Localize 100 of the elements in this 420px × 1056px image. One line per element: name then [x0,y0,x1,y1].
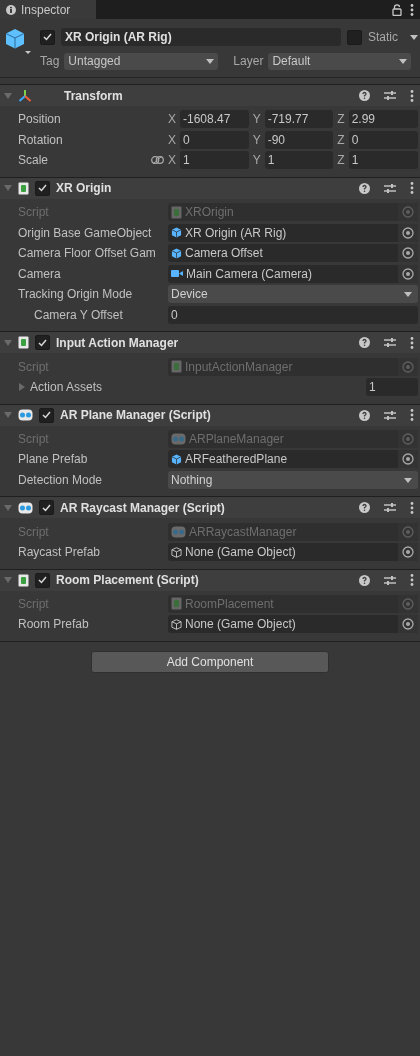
target-icon[interactable] [402,546,414,559]
object-field[interactable]: None (Game Object) [168,615,418,634]
axis-label: X [168,132,176,147]
script-icon [18,336,29,350]
active-checkbox[interactable] [40,29,55,45]
help-icon[interactable] [359,409,370,421]
caret-icon [399,58,408,64]
foldout-label[interactable]: Action Assets [30,380,103,395]
help-icon[interactable] [359,337,370,349]
enabled-checkbox[interactable] [39,500,54,516]
cube-icon[interactable] [4,27,32,57]
property-label: Position [18,112,61,127]
tag-label: Tag [40,54,60,68]
more-icon[interactable] [410,501,414,514]
target-icon[interactable] [402,267,414,280]
help-icon[interactable] [359,502,370,514]
component-title: XR Origin [56,181,113,196]
property-label: Scale [18,153,49,168]
target-icon [402,206,414,219]
help-icon[interactable] [359,90,370,101]
object-field[interactable]: Camera Offset [168,244,418,263]
dropdown[interactable]: Device [168,285,418,304]
target-icon[interactable] [402,247,414,260]
cube-outline-icon [171,618,182,630]
object-field[interactable]: None (Game Object) [168,543,418,562]
goggles-icon [18,501,33,514]
dropdown[interactable]: Nothing [168,471,418,489]
script-icon [18,181,29,195]
sliders-icon[interactable] [384,409,396,421]
number-field[interactable]: 1 [264,151,334,170]
more-icon[interactable] [410,182,414,195]
number-field[interactable]: 1 [348,151,418,170]
property-label: Detection Mode [18,473,104,487]
component-header[interactable]: Input Action Manager [0,331,420,354]
number-field[interactable]: -719.77 [264,110,334,129]
sliders-icon[interactable] [384,182,396,194]
enabled-checkbox[interactable] [35,335,50,351]
cube-icon [171,247,182,259]
number-field[interactable]: 0 [180,130,249,149]
number-field[interactable]: 1 [180,151,249,170]
number-field[interactable]: 0 [168,306,418,325]
more-icon[interactable] [410,336,414,349]
component-header[interactable]: AR Raycast Manager (Script) [0,496,420,519]
target-icon[interactable] [402,618,414,631]
component-header[interactable]: XR Origin [0,176,420,199]
sliders-icon[interactable] [384,90,396,101]
number-field[interactable]: 2.99 [348,110,418,129]
target-icon [402,432,414,445]
component-header[interactable]: Transform [0,84,420,106]
more-icon[interactable] [410,574,414,586]
check-icon [38,576,47,584]
component-title: Transform [64,88,124,103]
number-field[interactable]: -1608.47 [180,110,249,129]
count-field[interactable]: 1 [366,378,418,397]
axis-label: Y [252,112,261,127]
target-icon[interactable] [402,453,414,466]
property-label: Tracking Origin Mode [18,287,134,302]
property-label: Camera Floor Offset Gam [18,246,157,261]
object-field[interactable]: ARFeatheredPlane [168,450,418,469]
static-checkbox[interactable] [347,29,362,45]
link-icon[interactable] [151,156,164,165]
help-icon[interactable] [359,574,370,586]
check-icon [38,184,47,193]
more-icon[interactable] [410,409,414,422]
enabled-checkbox[interactable] [35,180,50,196]
component-header[interactable]: AR Plane Manager (Script) [0,403,420,426]
sliders-icon[interactable] [384,574,396,586]
more-icon[interactable] [410,3,414,16]
target-icon [402,597,414,610]
axes-icon [18,88,32,103]
name-field[interactable]: XR Origin (AR Rig) [61,28,341,46]
component-header[interactable]: Room Placement (Script) [0,568,420,591]
sliders-icon[interactable] [384,337,396,349]
number-field[interactable]: -90 [264,130,334,149]
property-label: Room Prefab [18,617,90,632]
add-component-button[interactable]: Add Component [91,650,329,673]
enabled-checkbox[interactable] [39,407,54,423]
target-icon[interactable] [402,226,414,239]
object-field[interactable]: Main Camera (Camera) [168,264,418,283]
layer-dropdown[interactable]: Default [268,52,412,70]
caret-icon [404,291,412,297]
object-field: XROrigin [168,203,418,222]
help-icon[interactable] [359,182,370,194]
object-field[interactable]: XR Origin (AR Rig) [168,223,418,242]
tag-dropdown[interactable]: Untagged [64,52,219,70]
inspector-tab[interactable]: Inspector [0,0,96,19]
static-label: Static [368,30,399,44]
component-title: AR Raycast Manager (Script) [60,500,226,515]
check-icon [43,33,52,41]
script-icon [171,597,182,611]
lock-icon[interactable] [392,3,402,16]
camera-icon [171,269,183,279]
goggles-icon [18,409,33,422]
sliders-icon[interactable] [384,502,396,514]
object-field: InputActionManager [168,357,418,376]
check-icon [42,411,51,420]
more-icon[interactable] [410,89,414,102]
enabled-checkbox[interactable] [35,572,50,588]
number-field[interactable]: 0 [348,130,418,149]
script-icon [171,360,182,374]
